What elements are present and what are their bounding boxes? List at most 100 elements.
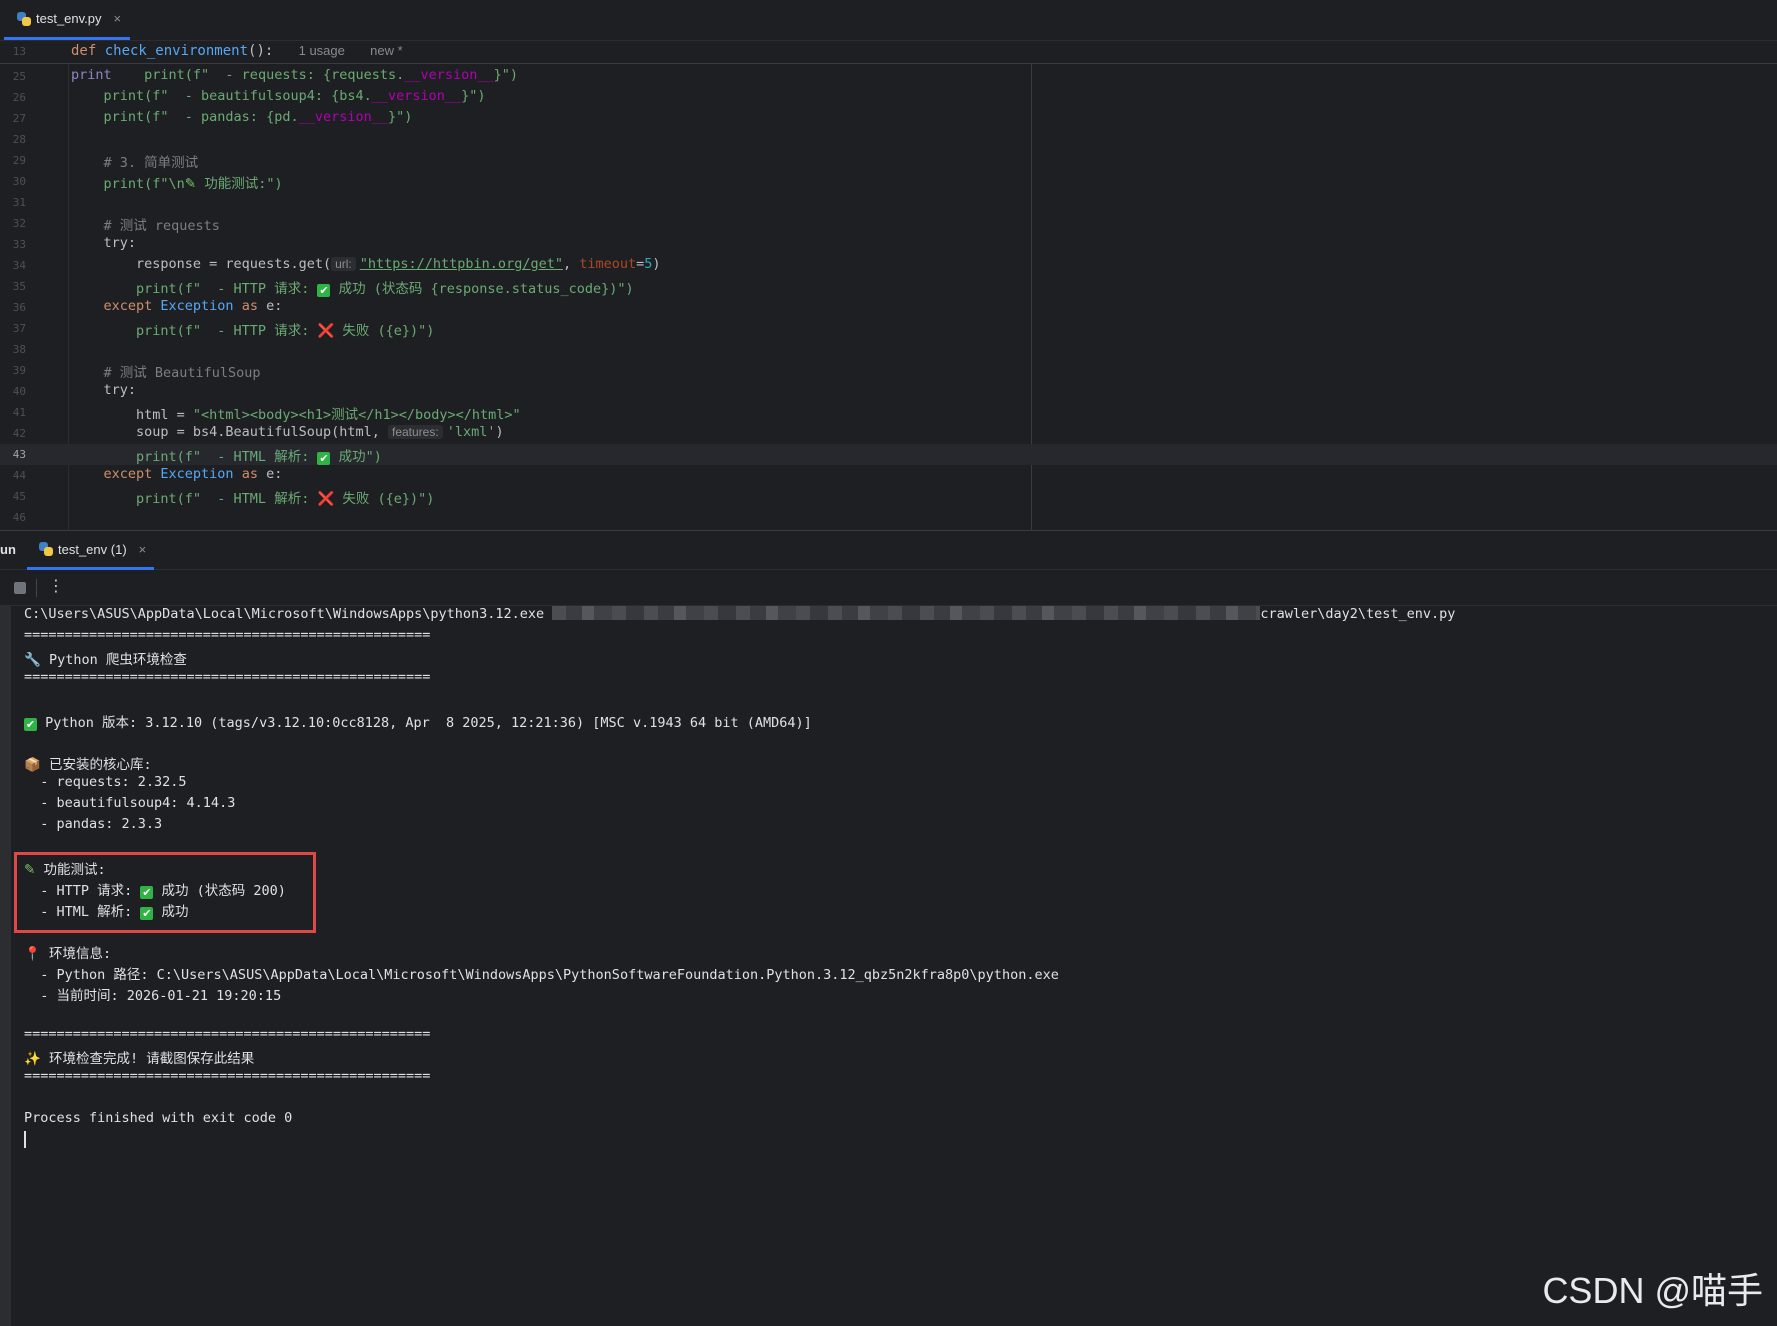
- line-number: 30: [12, 175, 26, 188]
- pin-icon: 📍: [24, 946, 41, 962]
- run-tab-label: test_env (1): [58, 541, 127, 557]
- author-hint: new *: [370, 43, 403, 58]
- code-editor[interactable]: 25 print print(f" - requests: {requests. _…: [0, 64, 1777, 530]
- console-line: - Python 路径: C:\Users\ASUS\AppData\Local…: [24, 967, 1059, 983]
- console-line: 📍 环境信息:: [24, 942, 111, 962]
- console-line: - beautifulsoup4: 4.14.3: [24, 795, 236, 811]
- code-text: }"): [493, 67, 519, 83]
- code-line[interactable]: 41 html = "<html><body><h1>测试</h1></body…: [0, 402, 1777, 423]
- line-number: 38: [12, 343, 26, 356]
- code-line[interactable]: 28: [0, 129, 1777, 150]
- stop-icon[interactable]: [14, 582, 26, 594]
- builtin: print: [71, 67, 112, 83]
- text-caret: [24, 1131, 26, 1148]
- function-name: check_environment: [104, 43, 249, 59]
- console-line: - pandas: 2.3.3: [24, 816, 163, 832]
- editor-tab-bar: test_env.py ×: [0, 0, 1777, 41]
- code-text: 成功"): [330, 449, 382, 465]
- code-comment: # 测试 BeautifulSoup: [71, 365, 261, 381]
- code-line[interactable]: 27 print(f" - pandas: {pd.__version__}"): [0, 108, 1777, 129]
- sticky-code: def check_environment(): 1 usage new *: [71, 43, 403, 59]
- watermark: CSDN @喵手: [1542, 1270, 1763, 1311]
- code-comment: # 3. 简单测试: [71, 155, 199, 171]
- console-line: - requests: 2.32.5: [24, 774, 187, 790]
- code-line[interactable]: 30 print(f"\n✎ 功能测试:"): [0, 171, 1777, 192]
- keyword: as: [233, 466, 267, 482]
- code-text: 失败 ({e})"): [334, 323, 435, 339]
- param-hint: url:: [331, 257, 356, 271]
- code-text: print(f" - requests: {requests.: [111, 67, 405, 83]
- line-number: 37: [12, 322, 26, 335]
- line-number: 27: [12, 112, 26, 125]
- code-line[interactable]: 37 print(f" - HTTP 请求: ❌ 失败 ({e})"): [0, 318, 1777, 339]
- cross-icon: ❌: [317, 323, 335, 339]
- console-text: C:\Users\ASUS\AppData\Local\Microsoft\Wi…: [24, 606, 545, 622]
- code-line[interactable]: 31: [0, 192, 1777, 213]
- run-tab-test-env[interactable]: test_env (1) ×: [27, 531, 154, 570]
- python-run-icon: [39, 542, 53, 556]
- code-line[interactable]: 45 print(f" - HTML 解析: ❌ 失败 ({e})"): [0, 486, 1777, 507]
- code-line[interactable]: 33 try:: [0, 234, 1777, 255]
- code-line[interactable]: 40 try:: [0, 381, 1777, 402]
- test-tube-icon: ✎: [184, 176, 197, 192]
- code-line[interactable]: 38: [0, 339, 1777, 360]
- code-line[interactable]: 35 print(f" - HTTP 请求: ✔ 成功 (状态码 {respon…: [0, 276, 1777, 297]
- console-exit-line: Process finished with exit code 0: [24, 1110, 293, 1126]
- code-text: html =: [71, 407, 193, 423]
- sparkles-icon: ✨: [24, 1051, 41, 1067]
- code-line[interactable]: 25 print print(f" - requests: {requests._…: [0, 66, 1777, 87]
- console-separator: ========================================…: [24, 669, 431, 685]
- console-line: ✔ Python 版本: 3.12.10 (tags/v3.12.10:0cc8…: [24, 711, 812, 731]
- code-comment: # 测试 requests: [71, 218, 220, 234]
- code-line[interactable]: 26 print(f" - beautifulsoup4: {bs4.__ver…: [0, 87, 1777, 108]
- code-line[interactable]: 42 soup = bs4.BeautifulSoup(html, featur…: [0, 423, 1777, 444]
- close-icon[interactable]: ×: [139, 542, 147, 557]
- usage-hint[interactable]: 1 usage: [299, 43, 345, 58]
- more-options-icon[interactable]: ⋮: [48, 576, 64, 595]
- code-line-current[interactable]: 43 print(f" - HTML 解析: ✔ 成功"): [0, 444, 1777, 465]
- keyword: as: [233, 298, 267, 314]
- keyword: try:: [71, 235, 137, 251]
- code-text: 成功 (状态码 {response.status_code})"): [330, 281, 634, 297]
- wrench-icon: 🔧: [24, 652, 41, 668]
- line-number: 26: [12, 91, 26, 104]
- code-line[interactable]: 44 except Exception as e:: [0, 465, 1777, 486]
- code-text: 失败 ({e})"): [334, 491, 435, 507]
- console-text: 环境检查完成! 请截图保存此结果: [40, 1051, 255, 1067]
- code-line[interactable]: 46: [0, 507, 1777, 528]
- line-number: 28: [12, 133, 26, 146]
- code-line[interactable]: 32 # 测试 requests: [0, 213, 1777, 234]
- run-tool-window-header: un test_env (1) ×: [0, 530, 1777, 570]
- console-text: Python 版本: 3.12.10 (tags/v3.12.10:0cc812…: [37, 715, 812, 731]
- code-text: ,: [562, 256, 580, 272]
- code-text: }"): [387, 109, 413, 125]
- line-number: 25: [12, 70, 26, 83]
- keyword: try:: [71, 382, 137, 398]
- close-icon[interactable]: ×: [114, 11, 122, 26]
- sticky-function-header[interactable]: 13 def check_environment(): 1 usage new …: [0, 41, 1777, 64]
- line-number: 45: [12, 490, 26, 503]
- url-link: "https://httpbin.org/get": [359, 256, 563, 272]
- code-line[interactable]: 39 # 测试 BeautifulSoup: [0, 360, 1777, 381]
- console-line: - 当前时间: 2026-01-21 19:20:15: [24, 988, 282, 1004]
- code-text: print(f" - HTML 解析:: [71, 449, 318, 465]
- code-line[interactable]: 34 response = requests.get(url: "https://…: [0, 255, 1777, 276]
- check-icon: ✔: [317, 452, 331, 465]
- code-text: soup = bs4.BeautifulSoup(html,: [71, 424, 388, 440]
- cross-icon: ❌: [317, 491, 335, 507]
- run-console[interactable]: C:\Users\ASUS\AppData\Local\Microsoft\Wi…: [11, 606, 1777, 1326]
- check-icon: ✔: [24, 718, 37, 731]
- console-separator: ========================================…: [24, 1026, 431, 1042]
- code-line[interactable]: 29 # 3. 简单测试: [0, 150, 1777, 171]
- dunder: __version__: [298, 109, 388, 125]
- code-line[interactable]: 36 except Exception as e:: [0, 297, 1777, 318]
- code-text: }"): [461, 88, 486, 104]
- console-text: Python 爬虫环境检查: [40, 652, 187, 668]
- line-number: 36: [12, 301, 26, 314]
- line-number: 39: [12, 364, 26, 377]
- param-hint: features:: [387, 425, 443, 439]
- line-number: 34: [12, 259, 26, 272]
- console-text: 已安装的核心库:: [40, 757, 152, 773]
- console-text: 环境信息:: [40, 946, 112, 962]
- editor-tab-test-env[interactable]: test_env.py ×: [4, 0, 130, 40]
